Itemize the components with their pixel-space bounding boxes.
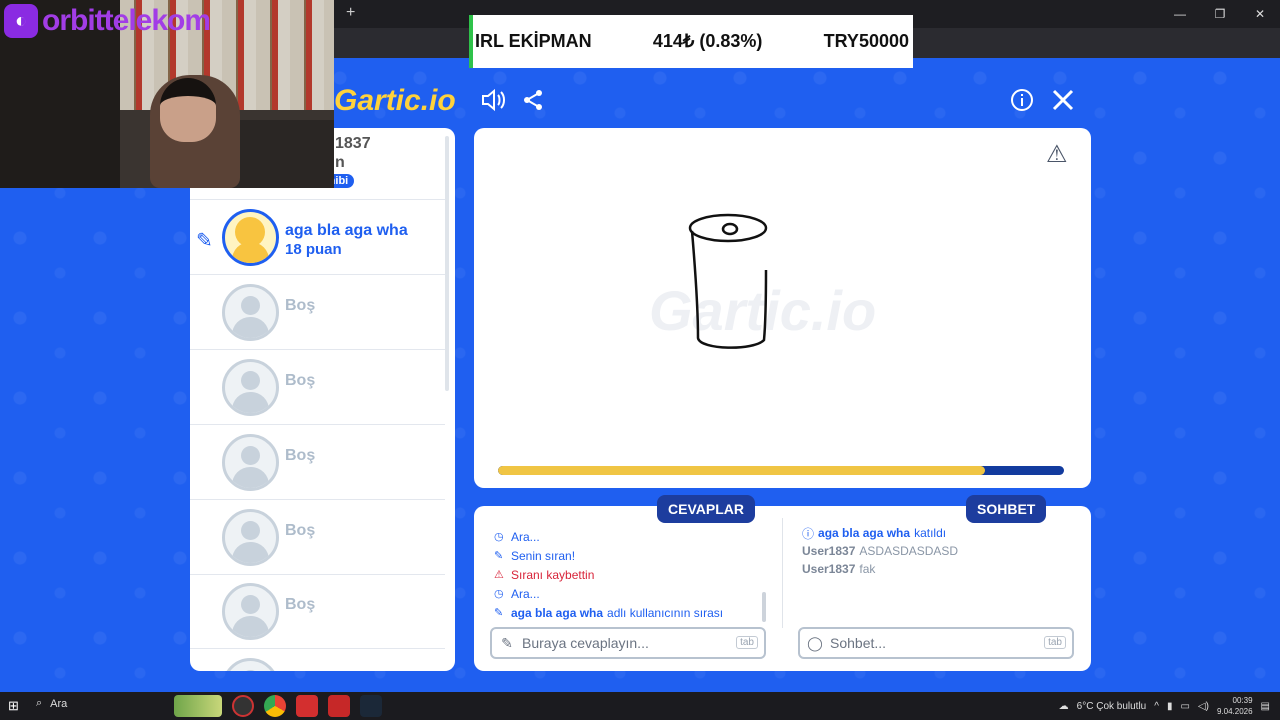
share-icon[interactable] xyxy=(518,85,548,115)
empty-slot-label: Boş xyxy=(285,297,316,314)
steam-app-icon[interactable] xyxy=(360,695,382,717)
close-game-icon[interactable] xyxy=(1048,85,1078,115)
obs-app-icon[interactable] xyxy=(232,695,254,717)
info-icon[interactable] xyxy=(1007,85,1037,115)
volume-icon[interactable]: ◁) xyxy=(1198,701,1209,712)
window-controls: — ❐ ✕ xyxy=(1160,0,1280,28)
empty-slot-label: Boş xyxy=(285,522,316,539)
answers-chat-panel: CEVAPLAR SOHBET ◷ Ara... ✎ Senin sıran! ⚠ S… xyxy=(474,495,1091,671)
taskbar-search[interactable]: ⌕ Ara xyxy=(36,697,67,710)
app-icon-red[interactable] xyxy=(296,695,318,717)
chat-bubble-icon: ◯ xyxy=(807,634,823,651)
player-slot-empty: Boş xyxy=(190,275,445,350)
player-row-active[interactable]: ✎ aga bla aga wha 18 puan xyxy=(190,200,445,275)
panel-divider xyxy=(782,518,783,628)
list-item: User1837 fak xyxy=(802,562,876,576)
list-item: ◷ Ara... xyxy=(494,529,540,544)
tab-key-hint: tab xyxy=(736,636,758,649)
microphone-icon[interactable]: ▮ xyxy=(1167,701,1173,712)
weather-text: 6°C Çok bulutlu xyxy=(1076,700,1147,712)
empty-slot-label: Boş xyxy=(285,447,316,464)
chat-input[interactable] xyxy=(830,635,1010,651)
drawing-pencil-icon: ✎ xyxy=(196,230,213,252)
empty-avatar-icon xyxy=(222,509,279,566)
round-timer-bar xyxy=(498,466,1064,475)
empty-avatar-icon xyxy=(222,583,279,640)
round-timer-fill xyxy=(498,466,985,475)
info-icon: ⓘ xyxy=(802,526,815,541)
clock-icon: ◷ xyxy=(494,588,504,600)
chrome-app-icon[interactable] xyxy=(264,695,286,717)
player-slot-empty: Boş xyxy=(190,350,445,425)
pencil-icon: ✎ xyxy=(501,634,513,651)
player-slot-empty: Boş xyxy=(190,500,445,575)
player-slot-empty xyxy=(190,649,445,671)
cloud-icon: ☁ xyxy=(1058,700,1069,712)
ticker-title: IRL EKİPMAN xyxy=(475,31,592,51)
player-name: aga bla aga wha xyxy=(285,222,408,239)
empty-avatar-icon xyxy=(222,284,279,341)
warning-icon: ⚠ xyxy=(494,569,504,581)
answers-scrollbar[interactable] xyxy=(762,592,766,622)
brand-logo-text: orbittelekom xyxy=(42,4,211,37)
answer-input-box[interactable]: ✎ tab xyxy=(490,627,766,659)
player-slot-empty: Boş xyxy=(190,425,445,500)
restore-icon[interactable]: ❐ xyxy=(1200,0,1240,28)
list-item: ✎ aga bla aga wha adlı kullanıcının sırası xyxy=(494,605,724,620)
notification-icon[interactable]: ▤ xyxy=(1261,701,1270,712)
answer-input[interactable] xyxy=(522,635,702,651)
drawing-canvas[interactable]: Gartic.io ⚠ xyxy=(474,128,1091,488)
chevron-up-icon[interactable]: ^ xyxy=(1154,701,1159,712)
players-scrollbar[interactable] xyxy=(445,136,449,391)
clock-icon: ◷ xyxy=(494,531,504,543)
list-item: User1837 ASDASDASDASD xyxy=(802,544,959,558)
donation-ticker: IRL EKİPMAN 414₺ (0.83%) TRY50000 xyxy=(469,15,913,68)
planet-icon: ◐ xyxy=(4,4,38,38)
avatar xyxy=(222,209,279,266)
webcam-overlay: ◐ orbittelekom xyxy=(0,0,334,188)
sound-icon[interactable] xyxy=(478,85,508,115)
list-item: ✎ Senin sıran! xyxy=(494,548,576,563)
tab-chat[interactable]: SOHBET xyxy=(966,495,1047,523)
chat-log: ⓘ aga bla aga wha katıldı User1837 ASDASDAS… xyxy=(802,524,1072,578)
user-drawing xyxy=(688,213,768,349)
list-item: ⓘ aga bla aga wha katıldı xyxy=(802,526,947,541)
player-score: 18 puan xyxy=(285,241,342,258)
empty-avatar-icon xyxy=(222,434,279,491)
game-logo: Gartic.io xyxy=(334,84,456,117)
new-tab-button[interactable]: + xyxy=(346,4,355,22)
answers-log: ◷ Ara... ✎ Senin sıran! ⚠ Sıranı kaybettin … xyxy=(494,514,759,624)
windows-taskbar: ⊞ ⌕ Ara ☁ 6°C Çok bulutlu ^ ▮ ▭ ◁) 00:39… xyxy=(0,692,1280,720)
player-subtitle-partial: n xyxy=(335,154,345,171)
windows-start-icon[interactable]: ⊞ xyxy=(8,698,22,713)
pencil-icon: ✎ xyxy=(494,607,504,619)
empty-avatar-icon xyxy=(222,658,279,671)
clock[interactable]: 00:39 9.04.2026 xyxy=(1217,695,1253,717)
system-tray: ☁ 6°C Çok bulutlu ^ ▮ ▭ ◁) 00:39 9.04.20… xyxy=(1059,695,1270,717)
widgets-app-icon[interactable] xyxy=(174,695,222,717)
list-item: ⚠ Sıranı kaybettin xyxy=(494,567,595,582)
minimize-icon[interactable]: — xyxy=(1160,0,1200,28)
tab-key-hint: tab xyxy=(1044,636,1066,649)
list-item: ◷ Ara... xyxy=(494,586,540,601)
empty-slot-label: Boş xyxy=(285,372,316,389)
chat-input-box[interactable]: ◯ tab xyxy=(798,627,1074,659)
taskbar-apps xyxy=(174,695,382,717)
player-name-partial: 1837 xyxy=(335,135,371,152)
close-window-icon[interactable]: ✕ xyxy=(1240,0,1280,28)
search-icon: ⌕ xyxy=(36,697,43,709)
app-icon-red-2[interactable] xyxy=(328,695,350,717)
ticker-goal: TRY50000 xyxy=(823,31,909,51)
empty-slot-label: Boş xyxy=(285,596,316,613)
player-slot-empty: Boş xyxy=(190,574,445,649)
network-icon[interactable]: ▭ xyxy=(1180,701,1189,712)
players-panel: 1837 n Oda sahibi ✎ aga bla aga wha 18 p… xyxy=(190,128,455,671)
ticker-price: 414₺ (0.83%) xyxy=(652,31,763,51)
empty-avatar-icon xyxy=(222,359,279,416)
pencil-icon: ✎ xyxy=(494,550,504,562)
brand-logo: ◐ orbittelekom xyxy=(4,4,211,38)
